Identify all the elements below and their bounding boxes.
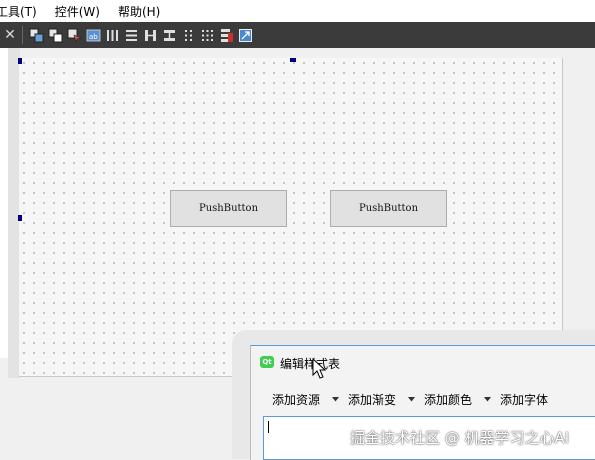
layout-grid-icon[interactable] — [199, 26, 216, 44]
layout-horizontal-splitter-icon[interactable] — [142, 26, 159, 44]
add-color-dropdown-icon[interactable] — [484, 397, 492, 402]
layout-vertical-icon[interactable] — [123, 26, 140, 44]
mouse-pointer-icon — [312, 358, 326, 379]
menu-widgets[interactable]: 控件(W) — [55, 3, 100, 20]
menu-tools[interactable]: 工具(T) — [0, 3, 37, 20]
toolbar-separator — [22, 26, 23, 44]
adjust-size-icon[interactable] — [237, 26, 254, 44]
close-icon[interactable]: ✕ — [0, 27, 20, 43]
selection-handle-top-middle[interactable] — [290, 58, 296, 62]
push-button-1[interactable]: PushButton — [170, 190, 287, 227]
break-layout-icon[interactable] — [218, 26, 235, 44]
add-resource-button[interactable]: 添加资源 — [272, 391, 320, 408]
menu-help[interactable]: 帮助(H) — [118, 3, 160, 20]
add-color-button[interactable]: 添加颜色 — [424, 391, 472, 408]
add-gradient-dropdown-icon[interactable] — [408, 397, 416, 402]
remove-widgets-icon[interactable] — [47, 26, 64, 44]
edit-signals-icon[interactable] — [66, 26, 83, 44]
layout-horizontal-icon[interactable] — [104, 26, 121, 44]
text-caret — [268, 421, 269, 433]
add-resource-dropdown-icon[interactable] — [332, 397, 340, 402]
add-font-button[interactable]: 添加字体 — [500, 391, 548, 408]
dialog-toolbar: 添加资源 添加渐变 添加颜色 添加字体 — [272, 391, 548, 408]
selection-handle-middle-left[interactable] — [18, 215, 22, 221]
watermark: 掘金技术社区 @ 机器学习之心AI — [350, 429, 570, 447]
svg-text:ab: ab — [89, 33, 98, 41]
selection-handle-top-left[interactable] — [18, 58, 22, 64]
push-button-2[interactable]: PushButton — [330, 190, 447, 227]
qt-logo-icon: Qt — [260, 356, 274, 368]
layout-vertical-splitter-icon[interactable] — [161, 26, 178, 44]
dialog-title: 编辑样式表 — [280, 357, 341, 371]
menu-bar: 工具(T) 控件(W) 帮助(H) — [0, 0, 595, 22]
add-gradient-button[interactable]: 添加渐变 — [348, 391, 396, 408]
form-toolbar: ✕ ab — [0, 22, 595, 48]
edit-buddies-icon[interactable]: ab — [85, 26, 102, 44]
add-widgets-icon[interactable] — [28, 26, 45, 44]
layout-form-icon[interactable] — [180, 26, 197, 44]
